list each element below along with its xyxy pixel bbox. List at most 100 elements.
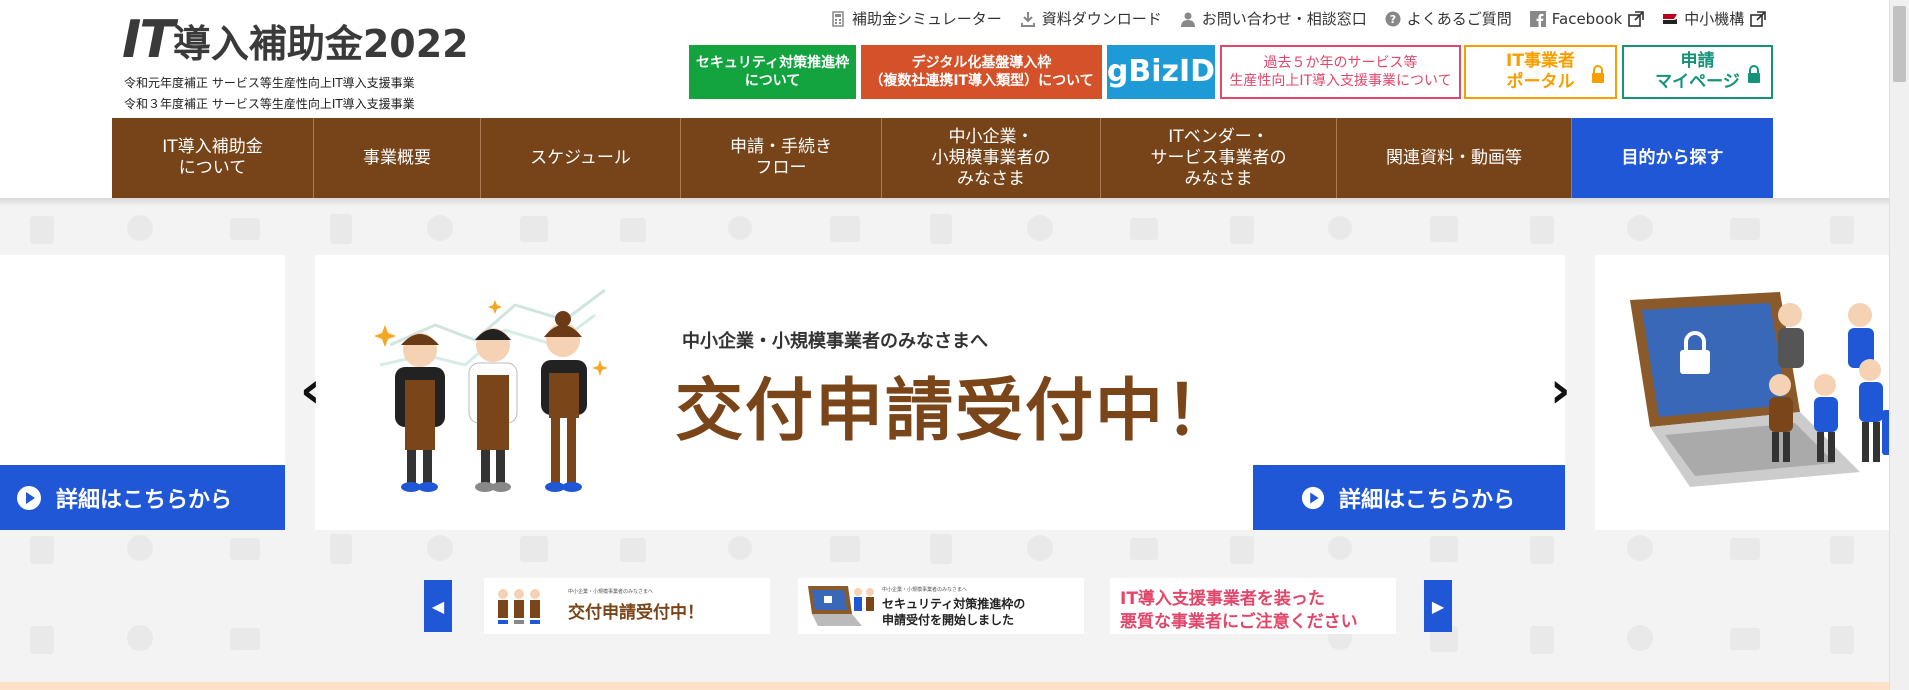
logo-subtitle-2: 令和３年度補正 サービス等生産性向上IT導入支援事業 [124,97,415,111]
utility-link-label: よくあるご質問 [1406,10,1512,28]
lock-icon [1592,65,1604,83]
utility-link-download[interactable]: 資料ダウンロード [1020,8,1162,29]
svg-text:?: ? [1390,13,1396,26]
carousel-slide-current[interactable]: 中小企業・小規模事業者のみなさまへ 交付申請受付中！ 詳細はこちらから [315,255,1565,530]
nav-label-line: 関連資料・動画等 [1386,147,1522,168]
logo-subtitle-1: 令和元年度補正 サービス等生産性向上IT導入支援事業 [124,76,415,90]
button-line: デジタル化基盤導入枠 [911,55,1052,71]
nav-business-overview[interactable]: 事業概要 [314,118,481,198]
detail-button-label: 詳細はこちらから [56,487,233,513]
utility-link-contact[interactable]: お問い合わせ・相談窓口 [1180,8,1367,29]
thumbnail-security[interactable]: 中小企業・小規模事業者のみなさまへ セキュリティ対策推進枠の 申請受付を開始しま… [798,578,1084,634]
scrollbar-thumb[interactable] [1893,6,1906,82]
thumbnail-staff-icon [498,589,540,624]
nav-label-line: 申請・手続き [730,137,832,157]
button-line: gBizID [1106,54,1216,89]
nav-label-line: 小規模事業者の [931,147,1051,168]
external-link-icon [1628,10,1645,27]
play-circle-icon [1301,486,1325,509]
thumbnail-next-button[interactable]: ▶ [1424,580,1452,632]
utility-link-facebook[interactable]: Facebook [1529,8,1645,29]
logo-it: IT [122,10,175,70]
button-line: について [744,73,801,89]
thumbnail-application[interactable]: 中小企業・小規模事業者のみなさまへ 交付申請受付中！ [484,578,770,634]
nav-label-line: みなさま [957,168,1025,189]
nav-label-line: サービス事業者の [1150,147,1287,168]
download-icon [1020,11,1035,27]
nav-it-vendors[interactable]: ITベンダー・ サービス事業者の みなさま [1101,118,1337,198]
detail-button-label: 詳細はこちらから [1339,487,1516,513]
carousel-slide-previous[interactable]: 詳細はこちらから [0,255,285,530]
carousel-next-button[interactable]: › [1550,365,1571,415]
question-icon: ? [1385,11,1401,26]
slide-subtitle: 中小企業・小規模事業者のみなさまへ [682,331,988,352]
section-divider [0,682,1890,690]
thumbnail-title-line1: セキュリティ対策推進枠の [882,597,1026,611]
lock-icon [1748,65,1760,83]
thumbnail-warning-line2: 悪質な事業者にご注意ください [1120,612,1358,632]
application-mypage-button[interactable]: 申請 マイページ [1622,45,1773,99]
site-header: IT導入補助金2022 令和元年度補正 サービス等生産性向上IT導入支援事業 令… [0,0,1890,198]
external-link-icon [1750,10,1767,27]
nav-label-line: について [178,158,247,178]
utility-link-label: 補助金シミュレーター [852,10,1002,28]
thumbnail-small-text: 中小企業・小規模事業者のみなさまへ [568,589,654,595]
nav-label-line: フロー [755,158,807,178]
button-line: セキュリティ対策推進枠 [695,55,850,71]
carousel-slide-next[interactable] [1595,255,1890,530]
past-five-years-button[interactable]: 過去５か年のサービス等 生産性向上IT導入支援事業について [1220,45,1461,99]
utility-link-smrj[interactable]: 中小機構 [1662,8,1767,29]
security-measures-button[interactable]: セキュリティ対策推進枠 について [689,45,856,99]
staff-illustration [374,288,608,492]
utility-link-simulator[interactable]: 補助金シミュレーター [830,8,1002,29]
thumbnail-laptop-icon [808,586,874,626]
button-line: マイページ [1655,72,1740,92]
nav-search-by-purpose[interactable]: 目的から探す [1572,118,1773,198]
gbizid-button[interactable]: gBizID [1107,45,1215,99]
detail-button[interactable]: 詳細はこちらから [1253,465,1565,530]
button-line: 申請 [1680,51,1715,71]
thumbnail-prev-button[interactable]: ◀ [424,580,452,632]
play-circle-icon [17,485,41,510]
nav-sme[interactable]: 中小企業・ 小規模事業者の みなさま [882,118,1101,198]
flag-icon [1663,13,1678,24]
utility-link-label: Facebook [1551,9,1623,28]
logo-text: 導入補助金2022 [172,22,469,66]
nav-related-materials[interactable]: 関連資料・動画等 [1337,118,1572,198]
nav-label-line: IT導入補助金 [162,137,263,157]
utility-link-label: 中小機構 [1684,10,1745,28]
header-shadow [0,198,1890,206]
digital-base-button[interactable]: デジタル化基盤導入枠 （複数社連携IT導入類型）について [861,45,1102,99]
nav-label-line: 事業概要 [363,147,431,168]
nav-about-subsidy[interactable]: IT導入補助金 について [112,118,314,198]
button-line: ポータル [1506,72,1575,92]
global-nav: IT導入補助金 について 事業概要 スケジュール 申請・手続き フロー 中小企業・小… [112,118,1773,198]
facebook-icon [1529,10,1546,27]
page-scrollbar[interactable] [1889,0,1909,690]
calculator-icon [832,10,844,27]
nav-schedule[interactable]: スケジュール [481,118,681,198]
carousel-prev-button[interactable]: ‹ [300,365,321,415]
detail-button-previous[interactable]: 詳細はこちらから [0,465,285,530]
laptop-security-illustration [1630,292,1890,487]
button-line: IT事業者 [1506,51,1575,71]
site-logo[interactable]: IT導入補助金2022 [122,10,469,70]
nav-label-line: 中小企業・ [948,126,1034,147]
button-line: 生産性向上IT導入支援事業について [1229,73,1452,89]
nav-label-line: スケジュール [530,147,631,168]
utility-link-faq[interactable]: ? よくあるご質問 [1385,8,1512,29]
thumbnail-warning-line1: IT導入支援事業者を装った [1120,589,1325,609]
thumbnail-small-text: 中小企業・小規模事業者のみなさまへ [882,587,968,593]
utility-links: 補助金シミュレーター 資料ダウンロード お問い合わせ・相談窓口 ? よくあるご質… [830,8,1767,29]
it-vendor-portal-button[interactable]: IT事業者 ポータル [1464,45,1617,99]
thumbnail-warning[interactable]: IT導入支援事業者を装った 悪質な事業者にご注意ください [1110,578,1396,634]
utility-link-label: 資料ダウンロード [1041,10,1162,28]
button-line: （複数社連携IT導入類型）について [869,73,1094,89]
nav-label-line: 目的から探す [1621,147,1724,168]
thumbnail-title: 交付申請受付中！ [568,603,704,623]
utility-link-label: お問い合わせ・相談窓口 [1201,10,1367,28]
nav-application-flow[interactable]: 申請・手続き フロー [681,118,882,198]
person-icon [1180,12,1195,27]
button-line: 過去５か年のサービス等 [1263,55,1418,71]
slide-title: 交付申請受付中！ [675,372,1236,451]
